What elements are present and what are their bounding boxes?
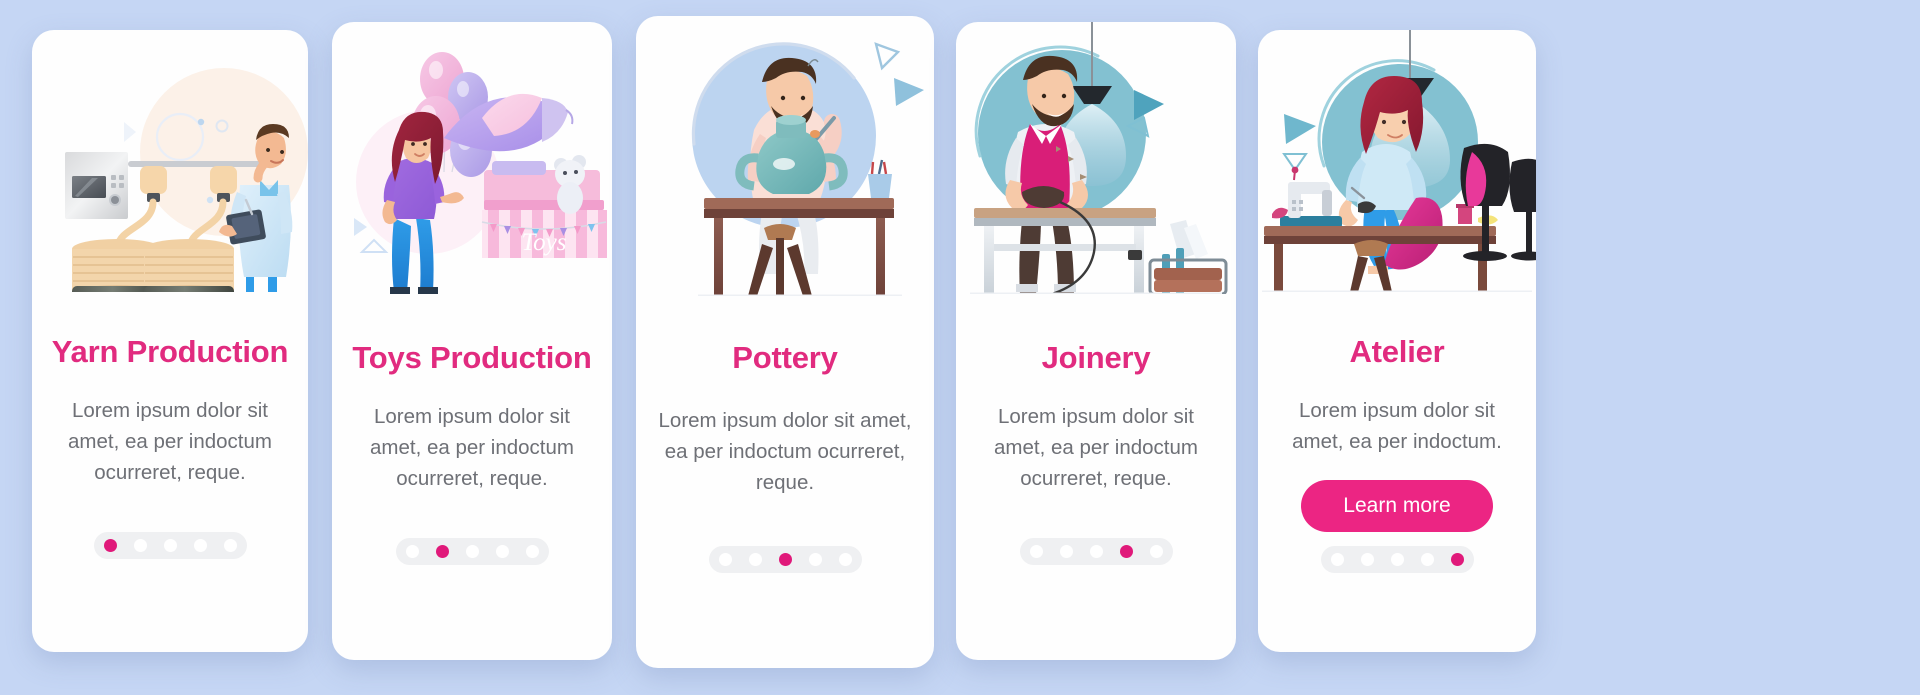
pagination-dot-2[interactable] xyxy=(1360,552,1374,566)
card-title: Joinery xyxy=(1041,340,1151,375)
pagination-dot-5[interactable] xyxy=(525,545,539,559)
learn-more-button[interactable]: Learn more xyxy=(1301,479,1493,532)
pagination-dot-4[interactable] xyxy=(495,545,509,559)
pagination-dots[interactable] xyxy=(1019,538,1173,566)
pagination-dot-4[interactable] xyxy=(193,539,207,553)
atelier-illustration xyxy=(1258,30,1536,292)
pagination-dot-5[interactable] xyxy=(1450,552,1464,566)
pagination-dot-2[interactable] xyxy=(435,545,449,559)
card-description: Lorem ipsum dolor sit amet, ea per indoc… xyxy=(370,405,574,490)
onboarding-card-toys-production[interactable]: Toys Toys Production Lorem ipsum dolor s… xyxy=(332,22,612,660)
pagination-dot-3[interactable] xyxy=(778,553,792,567)
toys-production-illustration: Toys xyxy=(332,22,612,294)
pagination-dots[interactable] xyxy=(93,532,247,560)
pagination-dot-1[interactable] xyxy=(1330,552,1344,566)
pagination-dot-3[interactable] xyxy=(163,539,177,553)
card-description: Lorem ipsum dolor sit amet, ea per indoc… xyxy=(658,409,912,494)
card-description: Lorem ipsum dolor sit amet, ea per indoc… xyxy=(994,405,1198,490)
card-description: Lorem ipsum dolor sit amet, ea per indoc… xyxy=(68,399,272,484)
joinery-illustration xyxy=(956,22,1236,294)
card-title: Toys Production xyxy=(352,340,592,375)
kiosk-sign-text: Toys xyxy=(522,229,567,256)
pagination-dot-2[interactable] xyxy=(748,553,762,567)
pagination-dot-1[interactable] xyxy=(405,545,419,559)
pagination-dot-4[interactable] xyxy=(808,553,822,567)
onboarding-card-yarn-production[interactable]: Yarn Production Lorem ipsum dolor sit am… xyxy=(32,30,308,652)
pagination-dot-3[interactable] xyxy=(465,545,479,559)
pagination-dots[interactable] xyxy=(395,538,549,566)
pagination-dot-5[interactable] xyxy=(1149,545,1163,559)
card-description: Lorem ipsum dolor sit amet, ea per indoc… xyxy=(1292,399,1502,453)
onboarding-screens-board: Yarn Production Lorem ipsum dolor sit am… xyxy=(0,0,1920,695)
card-title: Atelier xyxy=(1349,334,1445,369)
pagination-dot-3[interactable] xyxy=(1390,552,1404,566)
pagination-dot-3[interactable] xyxy=(1089,545,1103,559)
onboarding-card-atelier[interactable]: Atelier Lorem ipsum dolor sit amet, ea p… xyxy=(1258,30,1536,652)
pagination-dot-1[interactable] xyxy=(103,539,117,553)
pagination-dot-5[interactable] xyxy=(838,553,852,567)
pagination-dots[interactable] xyxy=(708,546,862,574)
pagination-dot-2[interactable] xyxy=(133,539,147,553)
card-title: Pottery xyxy=(732,340,838,375)
pagination-dot-1[interactable] xyxy=(1029,545,1043,559)
pagination-dots[interactable] xyxy=(1320,545,1474,573)
pagination-dot-5[interactable] xyxy=(223,539,237,553)
onboarding-card-pottery[interactable]: Pottery Lorem ipsum dolor sit amet, ea p… xyxy=(636,16,934,668)
pottery-illustration xyxy=(636,16,934,296)
yarn-production-illustration xyxy=(32,30,308,292)
card-title: Yarn Production xyxy=(51,334,289,369)
onboarding-card-joinery[interactable]: Joinery Lorem ipsum dolor sit amet, ea p… xyxy=(956,22,1236,660)
pagination-dot-4[interactable] xyxy=(1119,545,1133,559)
pagination-dot-2[interactable] xyxy=(1059,545,1073,559)
pagination-dot-4[interactable] xyxy=(1420,552,1434,566)
pagination-dot-1[interactable] xyxy=(718,553,732,567)
